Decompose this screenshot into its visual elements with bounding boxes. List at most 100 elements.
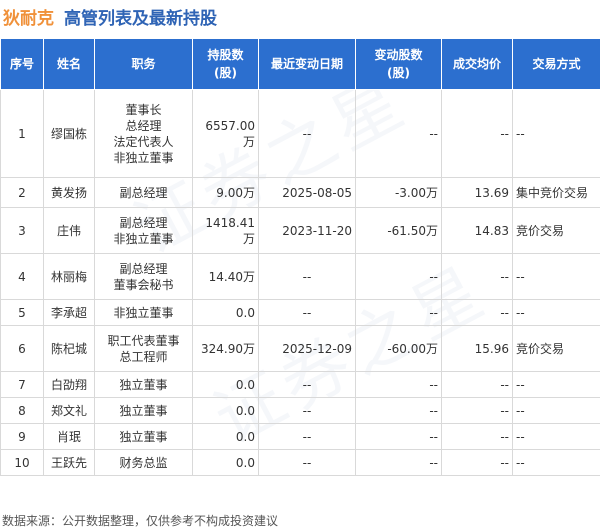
change-date: --: [258, 397, 356, 424]
row-number: 8: [0, 397, 44, 424]
executive-name: 肖珉: [43, 423, 95, 450]
shares-held: 0.0: [192, 423, 259, 450]
trade-method: --: [512, 253, 600, 300]
row-number: 3: [0, 207, 44, 254]
table-row[interactable]: 6 陈杞城 职工代表董事 总工程师 324.90万 2025-12-09 -60.00万 15…: [0, 325, 600, 372]
share-change: --: [355, 299, 442, 326]
avg-price: 13.69: [441, 177, 513, 208]
executive-roles: 独立董事: [94, 397, 193, 424]
column-header[interactable]: 交易方式: [512, 38, 600, 90]
executive-name: 陈杞城: [43, 325, 95, 372]
shares-held: 0.0: [192, 397, 259, 424]
row-number: 1: [0, 89, 44, 178]
column-header[interactable]: 最近变动日期: [258, 38, 356, 90]
executive-roles: 职工代表董事 总工程师: [94, 325, 193, 372]
change-date: 2025-12-09: [258, 325, 356, 372]
share-change: -61.50万: [355, 207, 442, 254]
column-header[interactable]: 职务: [94, 38, 193, 90]
table-row[interactable]: 4 林丽梅 副总经理 董事会秘书 14.40万 -- -- -- --: [0, 253, 600, 300]
role-label: 财务总监: [119, 455, 168, 470]
change-date: --: [258, 371, 356, 398]
executive-name: 郑文礼: [43, 397, 95, 424]
executive-name: 李承超: [43, 299, 95, 326]
shares-held: 6557.00万: [192, 89, 259, 178]
avg-price: --: [441, 371, 513, 398]
column-header[interactable]: 序号: [0, 38, 44, 90]
role-label: 副总经理: [119, 215, 168, 230]
shares-held: 0.0: [192, 449, 259, 476]
column-header-text: 姓名: [56, 57, 81, 71]
column-header-text: 变动股数: [374, 48, 423, 62]
table-body: 1 缪国栋 董事长 总经理 法定代表人 非独立董事 6557.00万 -- -- -- -- 2 黄发扬…: [0, 89, 600, 476]
table-row[interactable]: 2 黄发扬 副总经理 9.00万 2025-08-05 -3.00万 13.69 集中竞价交易: [0, 177, 600, 208]
share-change: -3.00万: [355, 177, 442, 208]
executive-name: 缪国栋: [43, 89, 95, 178]
role-label: 独立董事: [119, 377, 168, 392]
executive-roles: 董事长 总经理 法定代表人 非独立董事: [94, 89, 193, 178]
avg-price: --: [441, 253, 513, 300]
column-header[interactable]: 成交均价: [441, 38, 513, 90]
role-label: 法定代表人: [113, 134, 174, 149]
change-date: --: [258, 253, 356, 300]
executive-roles: 副总经理 董事会秘书: [94, 253, 193, 300]
shares-held: 9.00万: [192, 177, 259, 208]
title-bar: 狄耐克 高管列表及最新持股: [3, 2, 217, 30]
executive-name: 林丽梅: [43, 253, 95, 300]
column-header[interactable]: 持股数 (股): [192, 38, 259, 90]
executive-roles: 独立董事: [94, 371, 193, 398]
shares-held: 1418.41万: [192, 207, 259, 254]
table-row[interactable]: 7 白劭翔 独立董事 0.0 -- -- -- --: [0, 371, 600, 398]
shares-held: 0.0: [192, 371, 259, 398]
table-row[interactable]: 8 郑文礼 独立董事 0.0 -- -- -- --: [0, 397, 600, 424]
trade-method: 集中竞价交易: [512, 177, 600, 208]
column-header[interactable]: 变动股数 (股): [355, 38, 442, 90]
change-date: --: [258, 299, 356, 326]
table-row[interactable]: 10 王跃先 财务总监 0.0 -- -- -- --: [0, 449, 600, 476]
column-header[interactable]: 姓名: [43, 38, 95, 90]
executive-name: 庄伟: [43, 207, 95, 254]
table-row[interactable]: 9 肖珉 独立董事 0.0 -- -- -- --: [0, 423, 600, 450]
avg-price: 15.96: [441, 325, 513, 372]
role-label: 非独立董事: [113, 231, 174, 246]
row-number: 10: [0, 449, 44, 476]
avg-price: --: [441, 89, 513, 178]
row-number: 2: [0, 177, 44, 208]
role-label: 职工代表董事: [107, 333, 180, 348]
share-change: --: [355, 89, 442, 178]
trade-method: --: [512, 371, 600, 398]
role-label: 总工程师: [119, 349, 168, 364]
share-change: --: [355, 397, 442, 424]
column-header-text: 职务: [131, 57, 156, 71]
trade-method: --: [512, 423, 600, 450]
table-header-row: 序号 姓名 职务 持股数 (股) 最近变动日期 变动股数 (股) 成交均价 交易方式: [0, 38, 600, 90]
column-header-text: 最近变动日期: [270, 57, 343, 71]
change-date: 2023-11-20: [258, 207, 356, 254]
trade-method: 竞价交易: [512, 207, 600, 254]
role-label: 董事会秘书: [113, 277, 174, 292]
executive-roles: 独立董事: [94, 423, 193, 450]
row-number: 7: [0, 371, 44, 398]
avg-price: 14.83: [441, 207, 513, 254]
role-label: 董事长: [125, 102, 162, 117]
shares-held: 14.40万: [192, 253, 259, 300]
avg-price: --: [441, 397, 513, 424]
role-label: 独立董事: [119, 403, 168, 418]
trade-method: 竞价交易: [512, 325, 600, 372]
column-header-text: 序号: [9, 57, 34, 71]
executive-roles: 财务总监: [94, 449, 193, 476]
change-date: --: [258, 423, 356, 450]
executive-roles: 副总经理: [94, 177, 193, 208]
row-number: 4: [0, 253, 44, 300]
trade-method: --: [512, 299, 600, 326]
avg-price: --: [441, 423, 513, 450]
column-header-text: 成交均价: [452, 57, 501, 71]
change-date: 2025-08-05: [258, 177, 356, 208]
table-row[interactable]: 1 缪国栋 董事长 总经理 法定代表人 非独立董事 6557.00万 -- -- -- --: [0, 89, 600, 178]
trade-method: --: [512, 89, 600, 178]
table-row[interactable]: 5 李承超 非独立董事 0.0 -- -- -- --: [0, 299, 600, 326]
column-header-text: 交易方式: [532, 57, 581, 71]
executive-roles: 副总经理 非独立董事: [94, 207, 193, 254]
share-change: --: [355, 449, 442, 476]
share-change: -60.00万: [355, 325, 442, 372]
table-row[interactable]: 3 庄伟 副总经理 非独立董事 1418.41万 2023-11-20 -61.50万 14.…: [0, 207, 600, 254]
